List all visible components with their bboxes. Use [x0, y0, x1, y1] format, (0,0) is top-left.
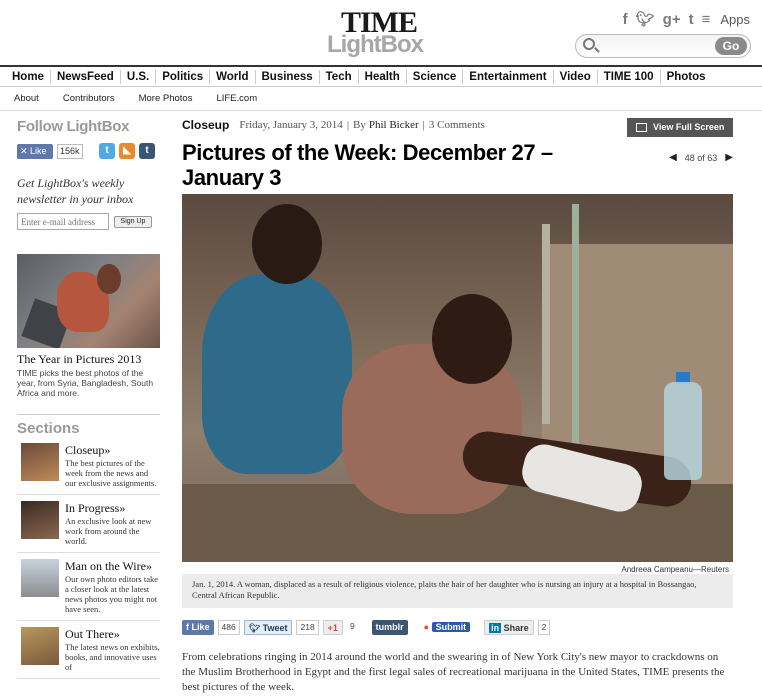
masthead: TIME LightBox f 🐦︎ g+ t ≡ Apps Go: [0, 0, 762, 62]
subnav-about[interactable]: About: [14, 93, 39, 104]
by-prefix: By: [353, 119, 366, 131]
sections-title: Sections: [17, 414, 160, 437]
nav-newsfeed[interactable]: NewsFeed: [51, 69, 121, 84]
section-item-closeup[interactable]: Closeup» The best pictures of the week f…: [17, 437, 160, 495]
nav-us[interactable]: U.S.: [121, 69, 157, 84]
section-desc: The best pictures of the week from the n…: [65, 458, 157, 488]
linkedin-count: 2: [537, 620, 551, 635]
search-input[interactable]: [602, 38, 712, 54]
article-headline: Pictures of the Week: December 27 – Janu…: [182, 140, 553, 190]
tumblr-button[interactable]: tumblr: [371, 620, 408, 635]
subnav-more-photos[interactable]: More Photos: [139, 93, 193, 104]
facebook-count: 486: [217, 620, 240, 635]
nav-entertainment[interactable]: Entertainment: [463, 69, 554, 84]
newsletter-text: Get LightBox's weekly newsletter in your…: [17, 176, 134, 206]
google-plus-icon[interactable]: g+: [663, 11, 681, 28]
search-box: Go: [575, 34, 751, 58]
search-go-button[interactable]: Go: [715, 37, 747, 55]
sub-nav: About Contributors More Photos LIFE.com: [0, 87, 762, 111]
section-title[interactable]: In Progress»: [65, 501, 160, 516]
tumblr-icon[interactable]: t: [689, 11, 694, 28]
gallery-photo[interactable]: [182, 194, 733, 562]
nav-business[interactable]: Business: [256, 69, 320, 84]
section-thumbnail: [21, 559, 59, 597]
article-date: Friday, January 3, 2014: [239, 119, 343, 131]
section-desc: Our own photo editors take a closer look…: [65, 574, 159, 614]
fullscreen-icon: [636, 123, 647, 132]
section-thumbnail: [21, 627, 59, 665]
nav-politics[interactable]: Politics: [156, 69, 211, 84]
google-plus-count: 9: [349, 621, 355, 631]
photo-caption: Jan. 1, 2014. A woman, displaced as a re…: [182, 574, 733, 608]
share-bar: f Like 486 🐦︎ Tweet 218 +1 9 tumblr ● Su…: [182, 620, 551, 635]
section-item-in-progress[interactable]: In Progress» An exclusive look at new wo…: [17, 495, 160, 553]
rss-icon[interactable]: ◣: [119, 143, 135, 159]
article: Closeup Friday, January 3, 2014 | By Phi…: [182, 118, 733, 693]
next-arrow-icon[interactable]: ▶: [725, 152, 733, 163]
subnav-contributors[interactable]: Contributors: [63, 93, 115, 104]
lightbox-logo[interactable]: LightBox: [327, 31, 424, 59]
follow-title: Follow LightBox: [17, 118, 130, 135]
photo-credit: Andreea Campeanu—Reuters: [621, 565, 729, 574]
signup-button[interactable]: Sign Up: [114, 215, 152, 228]
main-nav: Home NewsFeed U.S. Politics World Busine…: [0, 65, 762, 87]
twitter-icon[interactable]: 🐦︎: [636, 10, 655, 28]
google-plus-button[interactable]: +1: [322, 620, 343, 635]
facebook-like-button[interactable]: f Like: [182, 620, 214, 635]
nav-science[interactable]: Science: [407, 69, 464, 84]
section-item-man-on-the-wire[interactable]: Man on the Wire» Our own photo editors t…: [17, 553, 160, 621]
rss-icon[interactable]: ≡: [702, 11, 711, 28]
facebook-like-button[interactable]: ✕ Like: [17, 143, 53, 159]
pager-count: 48 of 63: [684, 152, 718, 163]
search-icon: [583, 38, 595, 50]
tweet-count: 218: [296, 620, 319, 635]
view-full-screen-button[interactable]: View Full Screen: [627, 118, 733, 137]
prev-arrow-icon[interactable]: ◀: [669, 152, 677, 163]
section-title[interactable]: Closeup»: [65, 443, 160, 458]
year-in-pictures-photo[interactable]: [17, 254, 160, 348]
article-body: From celebrations ringing in 2014 around…: [182, 651, 725, 693]
subnav-life[interactable]: LIFE.com: [216, 93, 257, 104]
nav-time100[interactable]: TIME 100: [598, 69, 661, 84]
section-title[interactable]: Man on the Wire»: [65, 559, 160, 574]
tumblr-icon[interactable]: t: [139, 143, 155, 159]
linkedin-share-button[interactable]: in Share: [484, 620, 534, 635]
social-links: f 🐦︎ g+ t ≡ Apps: [623, 10, 750, 29]
nav-video[interactable]: Video: [554, 69, 598, 84]
follow-row: ✕ Like 156k t ◣ t: [17, 143, 160, 159]
section-desc: The latest news on exhibits, books, and …: [65, 642, 160, 672]
newsletter-form: Sign Up: [17, 213, 160, 230]
section-title[interactable]: Out There»: [65, 627, 160, 642]
year-in-pictures-desc: TIME picks the best photos of the year, …: [17, 368, 154, 398]
section-thumbnail: [21, 501, 59, 539]
nav-home[interactable]: Home: [0, 69, 51, 84]
nav-tech[interactable]: Tech: [320, 69, 359, 84]
fullscreen-label: View Full Screen: [653, 122, 725, 132]
facebook-like-count: 156k: [57, 143, 83, 159]
section-item-out-there[interactable]: Out There» The latest news on exhibits, …: [17, 621, 160, 679]
section-desc: An exclusive look at new work from aroun…: [65, 516, 152, 546]
year-in-pictures-title[interactable]: The Year in Pictures 2013: [17, 352, 160, 367]
tweet-button[interactable]: 🐦︎ Tweet: [243, 620, 293, 635]
stumbleupon-submit-button[interactable]: ● Submit: [419, 620, 475, 635]
comments-link[interactable]: 3 Comments: [429, 119, 485, 131]
sidebar: Follow LightBox ✕ Like 156k t ◣ t Get Li…: [17, 118, 160, 679]
twitter-icon[interactable]: t: [99, 143, 115, 159]
nav-health[interactable]: Health: [359, 69, 407, 84]
kicker-closeup[interactable]: Closeup: [182, 118, 229, 132]
email-field[interactable]: [17, 213, 109, 230]
section-thumbnail: [21, 443, 59, 481]
author-link[interactable]: Phil Bicker: [369, 119, 419, 131]
facebook-icon[interactable]: f: [623, 11, 628, 28]
nav-world[interactable]: World: [210, 69, 256, 84]
nav-photos[interactable]: Photos: [661, 70, 712, 84]
gallery-pager: ◀ 48 of 63 ▶: [669, 152, 733, 163]
apps-link[interactable]: Apps: [720, 12, 750, 27]
